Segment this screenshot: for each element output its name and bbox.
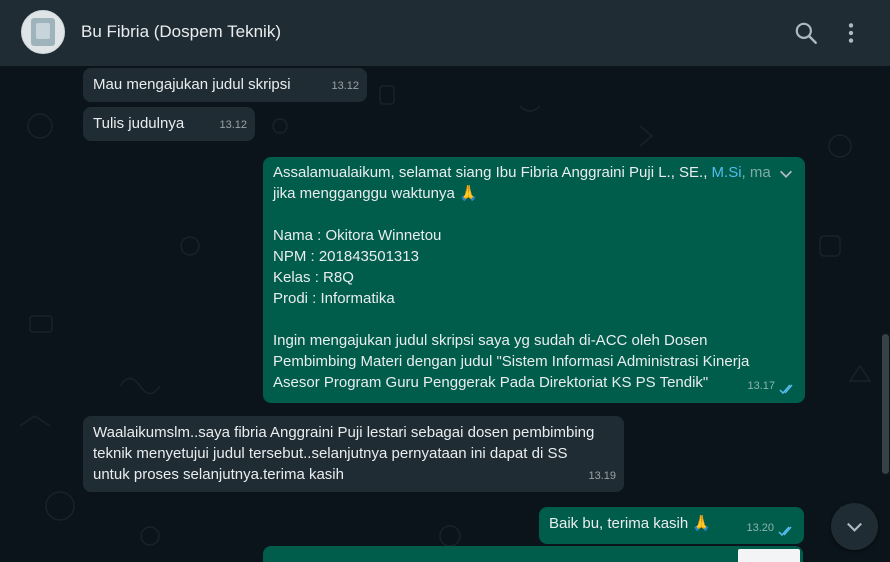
message-text: NPM : 201843501313	[273, 248, 419, 265]
scrollbar[interactable]	[882, 334, 889, 474]
message-text: Pembimbing Materi dengan judul "Sistem I…	[273, 353, 750, 370]
outgoing-message[interactable]: Assalamualaikum, selamat siang Ibu Fibri…	[263, 157, 805, 403]
message-text: Nama : Okitora Winnetou	[273, 227, 442, 244]
incoming-message[interactable]: Tulis judulnya 13.12	[83, 107, 255, 141]
message-text: teknik menyetujui judul tersebut..selanj…	[93, 445, 568, 462]
message-text: Baik bu, terima kasih 🙏	[549, 515, 712, 532]
message-text: untuk proses selanjutnya.terima kasih	[93, 466, 344, 483]
scroll-to-bottom-button[interactable]	[831, 503, 878, 550]
chevron-down-icon[interactable]	[777, 165, 795, 183]
message-time: 13.12	[331, 80, 359, 92]
message-text: Kelas : R8Q	[273, 269, 354, 286]
message-text: Assalamualaikum, selamat siang Ibu Fibri…	[273, 164, 712, 181]
chat-header: Bu Fibria (Dospem Teknik)	[0, 0, 890, 66]
read-ticks-icon	[778, 526, 792, 537]
more-vertical-icon[interactable]	[838, 20, 864, 46]
message-text: Prodi : Informatika	[273, 290, 395, 307]
contact-name[interactable]: Bu Fibria (Dospem Teknik)	[81, 22, 281, 42]
message-text: Tulis judulnya	[93, 115, 185, 132]
message-text: Mau mengajukan judul skripsi	[93, 76, 291, 93]
message-text: Waalaikumslm..saya fibria Anggraini Puji…	[93, 424, 595, 441]
search-icon[interactable]	[793, 20, 819, 46]
chat-area[interactable]: Mau mengajukan judul skripsi 13.12 Tulis…	[0, 66, 890, 562]
message-time: 13.20	[746, 522, 774, 534]
outgoing-image-message[interactable]	[263, 546, 803, 562]
message-time: 13.12	[219, 119, 247, 131]
incoming-message[interactable]: Mau mengajukan judul skripsi 13.12	[83, 68, 367, 102]
contact-avatar[interactable]	[21, 10, 65, 54]
outgoing-message[interactable]: Baik bu, terima kasih 🙏 13.20	[539, 507, 804, 544]
image-thumbnail[interactable]	[738, 549, 800, 562]
message-time: 13.19	[588, 470, 616, 482]
read-ticks-icon	[779, 384, 793, 395]
message-text: , ma	[741, 164, 771, 181]
message-time: 13.17	[747, 380, 775, 392]
chevron-down-icon	[847, 522, 862, 532]
message-text: Asesor Program Guru Penggerak Pada Direk…	[273, 374, 709, 391]
incoming-message[interactable]: Waalaikumslm..saya fibria Anggraini Puji…	[83, 416, 624, 492]
message-text: jika mengganggu waktunya 🙏	[273, 185, 478, 202]
message-link[interactable]: M.Si	[712, 164, 742, 181]
message-text: Ingin mengajukan judul skripsi saya yg s…	[273, 332, 708, 349]
